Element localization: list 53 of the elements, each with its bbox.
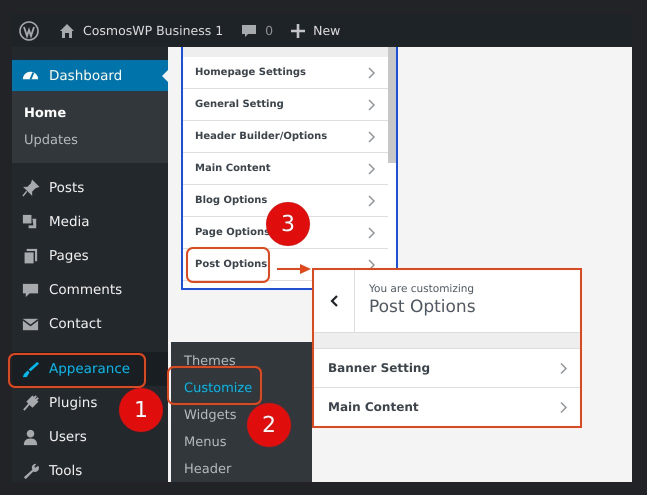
submenu-item[interactable]: Widgets bbox=[171, 402, 237, 429]
chevron-right-icon bbox=[368, 162, 376, 174]
menu-item[interactable]: Pages bbox=[12, 239, 95, 273]
menu-item[interactable]: Users bbox=[12, 420, 93, 454]
site-name-link[interactable]: CosmosWP Business 1 bbox=[83, 23, 224, 38]
section-label: Homepage Settings bbox=[195, 67, 306, 78]
section-label: Blog Options bbox=[195, 195, 268, 206]
chevron-right-icon bbox=[368, 130, 376, 142]
menu-item[interactable]: Contact bbox=[12, 307, 108, 341]
chevron-left-icon bbox=[330, 295, 338, 307]
chevron-right-icon bbox=[368, 226, 376, 238]
panel-caption: You are customizing bbox=[369, 283, 476, 295]
wordpress-logo-icon[interactable] bbox=[19, 20, 39, 40]
menu-item[interactable]: Media bbox=[12, 205, 96, 239]
submenu-item[interactable]: Customize bbox=[171, 375, 252, 402]
plug-icon bbox=[21, 394, 40, 412]
menu-item[interactable]: Plugins bbox=[12, 386, 104, 420]
submenu-item[interactable]: Updates bbox=[24, 127, 168, 154]
home-icon[interactable] bbox=[59, 22, 75, 38]
chevron-right-icon bbox=[368, 98, 376, 110]
paintbrush-icon bbox=[21, 360, 40, 378]
chevron-right-icon bbox=[368, 258, 376, 270]
menu-item[interactable]: Tools bbox=[12, 454, 88, 488]
customizer-section[interactable]: Main Content bbox=[314, 387, 580, 426]
scrollbar[interactable] bbox=[388, 47, 396, 163]
section-label: Header Builder/Options bbox=[195, 131, 328, 142]
section-label: Banner Setting bbox=[328, 361, 430, 375]
panel-title: Post Options bbox=[369, 297, 476, 317]
chevron-right-icon bbox=[368, 194, 376, 206]
chevron-right-icon bbox=[368, 66, 376, 78]
menu-item[interactable]: Posts bbox=[12, 171, 90, 205]
submenu-item[interactable]: Themes bbox=[171, 348, 236, 375]
submenu-item[interactable]: Home bbox=[24, 100, 168, 127]
section-label: Post Options bbox=[195, 259, 268, 270]
comment-icon[interactable] bbox=[241, 22, 258, 38]
user-icon bbox=[21, 428, 40, 446]
submenu-item[interactable]: Menus bbox=[171, 429, 226, 456]
plus-icon[interactable] bbox=[291, 24, 306, 38]
menu-item[interactable]: Comments bbox=[12, 273, 128, 307]
section-label: General Setting bbox=[195, 99, 284, 110]
section-label: Main Content bbox=[195, 163, 271, 174]
chevron-right-icon bbox=[560, 400, 568, 414]
chevron-right-icon bbox=[560, 362, 568, 374]
pushpin-icon bbox=[21, 178, 40, 198]
new-link[interactable]: New bbox=[313, 23, 340, 38]
menu-item[interactable]: Appearance bbox=[12, 352, 168, 386]
comment-count: 0 bbox=[265, 23, 274, 38]
menu-item[interactable]: Dashboard bbox=[12, 60, 168, 91]
section-label: Main Content bbox=[328, 400, 419, 414]
customizer-section[interactable]: Main Content bbox=[183, 153, 388, 185]
wrench-icon bbox=[21, 462, 40, 480]
submenu-item[interactable]: Header bbox=[171, 456, 232, 483]
customizer-section[interactable]: Banner Setting bbox=[314, 348, 580, 387]
